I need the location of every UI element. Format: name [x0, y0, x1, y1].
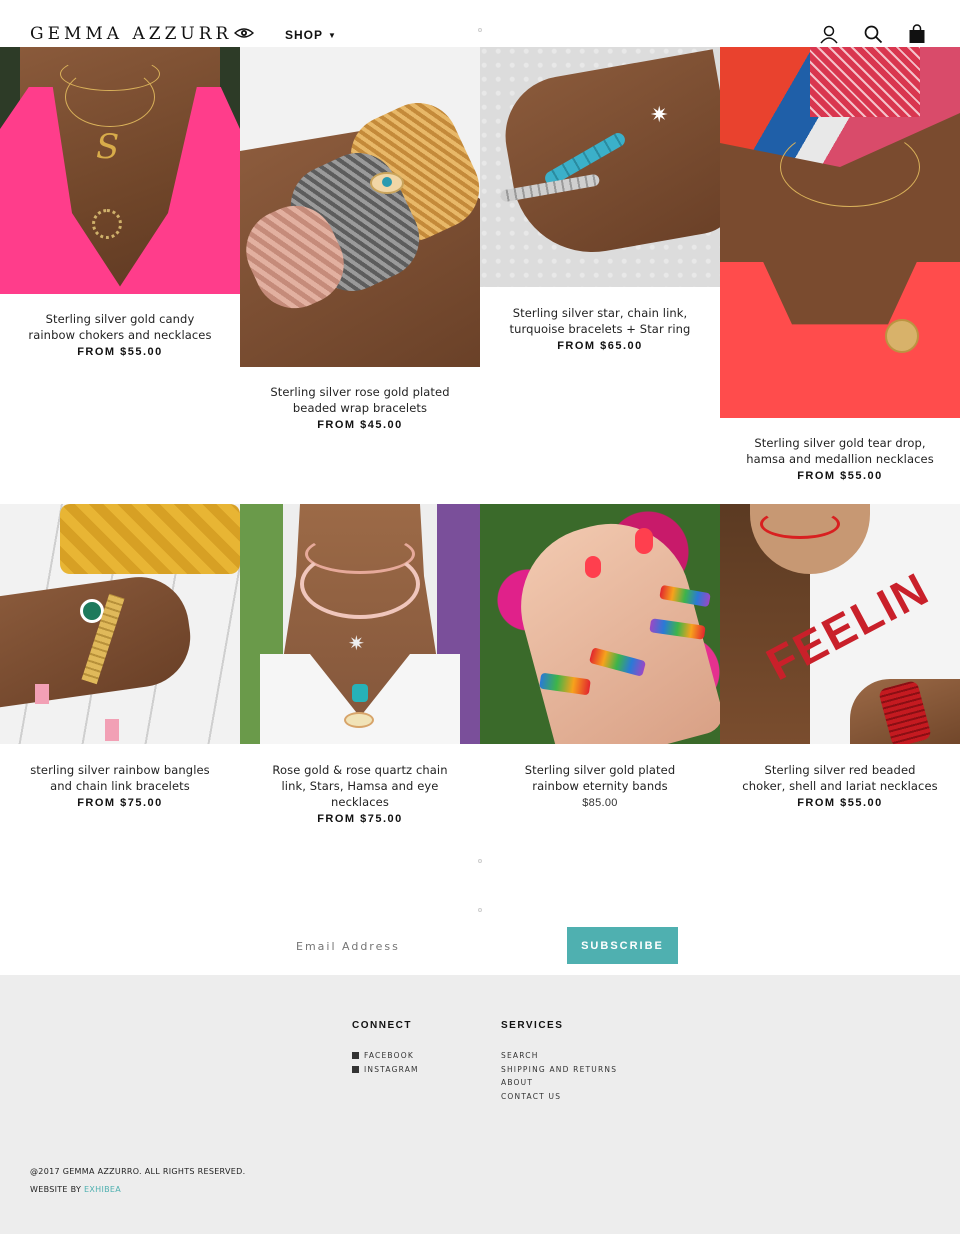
product-image[interactable]: ✷ — [480, 47, 720, 287]
product-price: FROM $75.00 — [317, 813, 403, 825]
caret-down-icon: ▼ — [328, 30, 337, 40]
product-card[interactable]: S Sterling silver gold candy rainbow cho… — [0, 47, 240, 358]
product-card[interactable]: Sterling silver gold tear drop, hamsa an… — [720, 47, 960, 482]
credit-line: WEBSITE BY EXHIBEA — [30, 1185, 121, 1194]
product-image[interactable] — [240, 47, 480, 367]
user-icon[interactable] — [818, 23, 840, 45]
loading-dot — [478, 28, 482, 32]
brand-logo[interactable]: Gemma Azzurr — [30, 24, 255, 44]
product-price: FROM $55.00 — [797, 797, 883, 809]
footer-link-contact[interactable]: CONTACT US — [501, 1090, 617, 1104]
product-price: FROM $55.00 — [77, 346, 163, 358]
product-card[interactable]: sterling silver rainbow bangles and chai… — [0, 504, 240, 809]
product-image[interactable] — [0, 504, 240, 744]
copyright-text: @2017 GEMMA AZZURRO. ALL RIGHTS RESERVED… — [30, 1167, 246, 1176]
search-icon[interactable] — [862, 23, 884, 45]
product-title[interactable]: Rose gold & rose quartz chain link, Star… — [262, 762, 458, 810]
product-image[interactable] — [720, 47, 960, 418]
instagram-icon — [352, 1065, 359, 1073]
footer-link-facebook[interactable]: FACEBOOK — [352, 1049, 419, 1063]
product-title[interactable]: Sterling silver gold tear drop, hamsa an… — [742, 435, 938, 467]
site-header: Gemma Azzurr SHOP ▼ — [0, 0, 960, 47]
footer-link-search[interactable]: SEARCH — [501, 1049, 617, 1063]
footer-link-label: INSTAGRAM — [364, 1064, 419, 1074]
product-card[interactable]: FEELIN Sterling silver red beaded choker… — [720, 504, 960, 809]
nav-shop-menu[interactable]: SHOP ▼ — [285, 28, 337, 42]
product-price: FROM $75.00 — [77, 797, 163, 809]
product-image[interactable]: S — [0, 47, 240, 294]
credit-prefix: WEBSITE BY — [30, 1185, 82, 1194]
nav-shop-label: SHOP — [285, 28, 324, 42]
footer-connect: CONNECT FACEBOOK INSTAGRAM — [352, 1020, 419, 1076]
footer-heading: CONNECT — [352, 1020, 412, 1031]
product-title[interactable]: Sterling silver rose gold plated beaded … — [262, 384, 458, 416]
product-card[interactable]: ✷ Rose gold & rose quartz chain link, St… — [240, 504, 480, 825]
logo-text: Gemma Azzurr — [30, 24, 233, 44]
product-title[interactable]: Sterling silver star, chain link, turquo… — [502, 305, 698, 337]
product-card[interactable]: Sterling silver rose gold plated beaded … — [240, 47, 480, 431]
loading-dot — [478, 908, 482, 912]
facebook-icon — [352, 1052, 359, 1060]
footer-link-label: FACEBOOK — [364, 1051, 414, 1060]
footer-heading: SERVICES — [501, 1020, 564, 1031]
product-price: FROM $55.00 — [797, 470, 883, 482]
product-image[interactable]: ✷ — [240, 504, 480, 744]
email-field[interactable] — [282, 928, 558, 964]
product-title[interactable]: sterling silver rainbow bangles and chai… — [22, 762, 218, 794]
product-price: FROM $45.00 — [317, 419, 403, 431]
footer-link-about[interactable]: ABOUT — [501, 1076, 617, 1090]
loading-dot — [478, 859, 482, 863]
product-card[interactable]: ✷ Sterling silver star, chain link, turq… — [480, 47, 720, 352]
product-title[interactable]: Sterling silver gold candy rainbow choke… — [22, 311, 218, 343]
product-title[interactable]: Sterling silver red beaded choker, shell… — [742, 762, 938, 794]
credit-link[interactable]: EXHIBEA — [84, 1185, 121, 1194]
subscribe-button[interactable]: SUBSCRIBE — [567, 927, 678, 964]
footer-link-instagram[interactable]: INSTAGRAM — [352, 1063, 419, 1077]
product-image[interactable] — [480, 504, 720, 744]
product-price: FROM $65.00 — [557, 340, 643, 352]
product-title[interactable]: Sterling silver gold plated rainbow eter… — [502, 762, 698, 794]
site-footer: CONNECT FACEBOOK INSTAGRAM SERVICES SEAR… — [0, 975, 960, 1234]
footer-services: SERVICES SEARCH SHIPPING AND RETURNS ABO… — [501, 1020, 617, 1103]
evil-eye-logo-icon — [234, 24, 255, 44]
product-card[interactable]: Sterling silver gold plated rainbow eter… — [480, 504, 720, 809]
shopping-bag-icon[interactable] — [906, 23, 928, 45]
product-price: $85.00 — [582, 797, 618, 809]
product-image[interactable]: FEELIN — [720, 504, 960, 744]
footer-link-shipping[interactable]: SHIPPING AND RETURNS — [501, 1063, 617, 1077]
